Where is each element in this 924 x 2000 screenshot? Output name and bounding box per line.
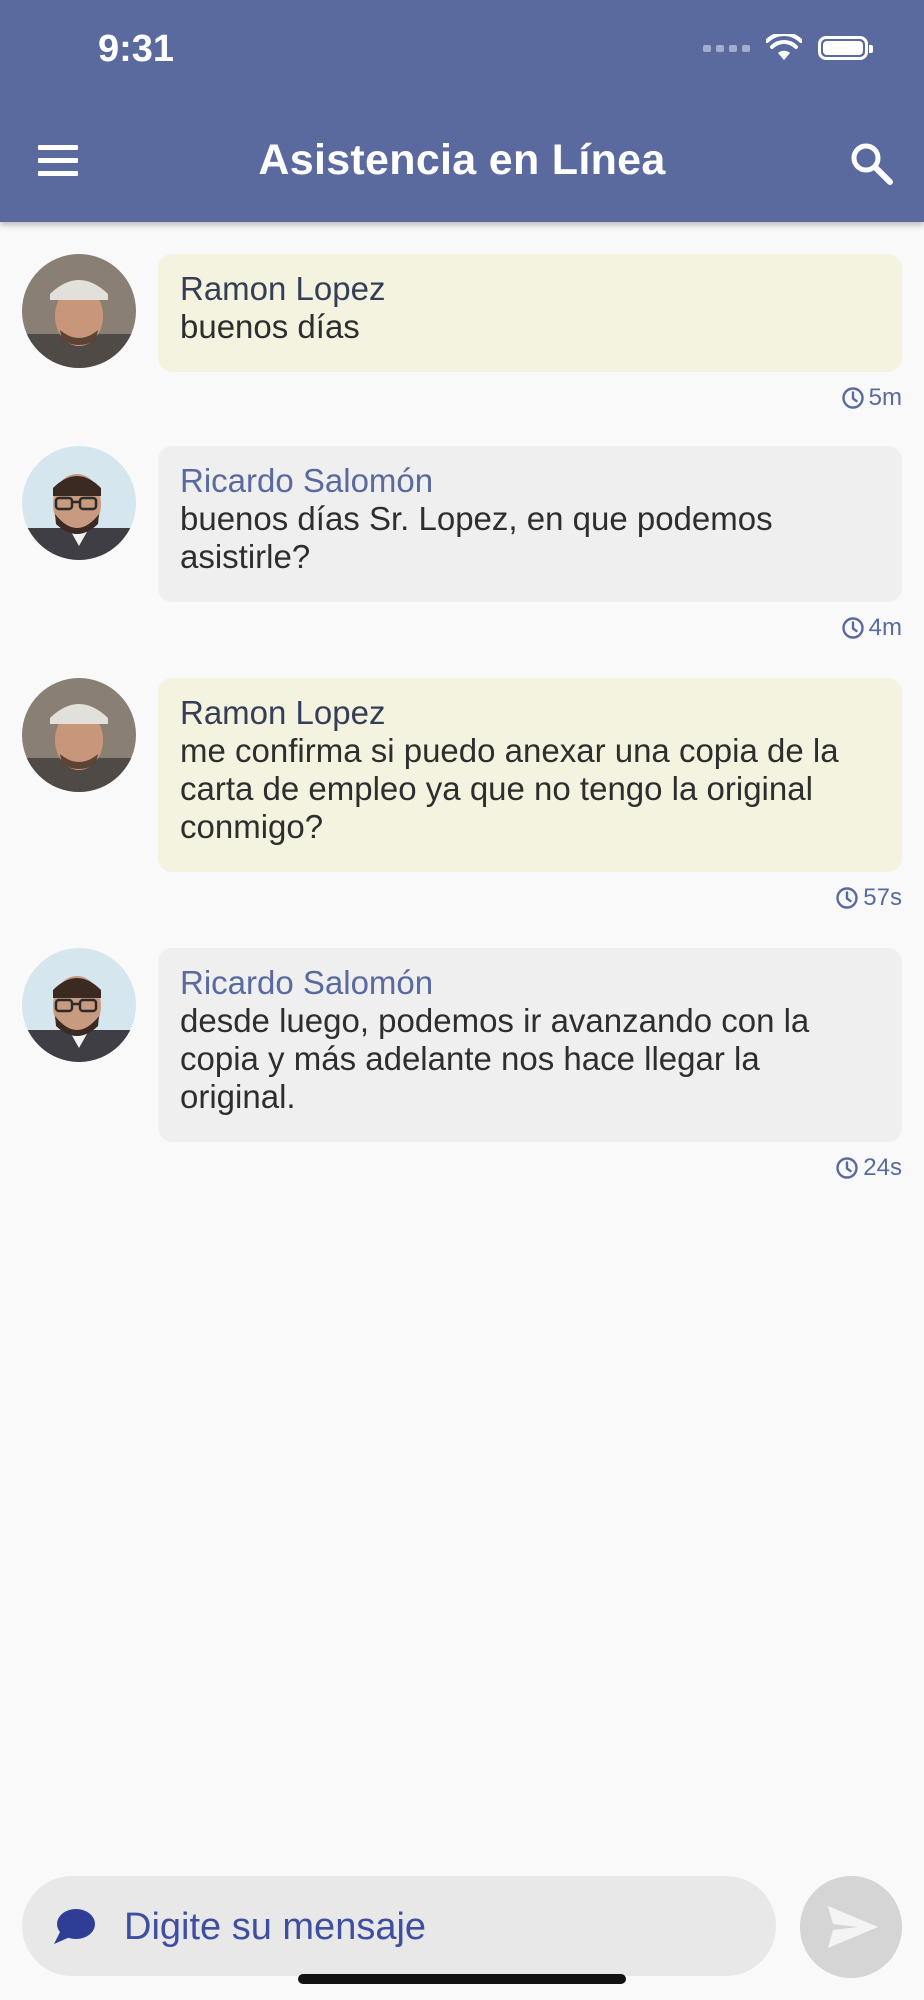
status-time: 9:31 [98,28,175,70]
message-bubble: Ramon Lopez me confirma si puedo anexar … [158,678,902,872]
app-bar: 9:31 Asistencia en Línea [0,0,924,222]
send-button[interactable] [800,1876,902,1978]
page-title: Asistencia en Línea [258,136,666,184]
status-icons [703,34,873,62]
home-indicator [298,1974,626,1984]
message-time: 5m [841,384,902,412]
clock-icon [841,387,864,409]
message-bubble: Ricardo Salomón desde luego, podemos ir … [158,948,902,1142]
message-input[interactable] [122,1896,746,1958]
clock-icon [841,617,864,639]
cellular-signal-icon [703,44,750,52]
message-time: 4m [841,614,902,642]
sender-name: Ramon Lopez [180,694,386,731]
battery-icon [818,36,873,60]
clock-icon [836,887,858,909]
sender-name: Ricardo Salomón [180,964,434,1001]
clock-icon [836,1157,858,1179]
message-composer [22,1876,776,1976]
search-icon[interactable] [848,140,894,186]
message-text: buenos días [180,308,360,345]
time-label: 4m [868,614,902,641]
chat-bubble-icon [54,1909,95,1944]
sender-name: Ricardo Salomón [180,462,434,499]
avatar-ramon-lopez [22,254,136,368]
time-label: 5m [868,384,902,411]
message-bubble: Ricardo Salomón buenos días Sr. Lopez, e… [158,446,902,602]
time-label: 24s [863,1154,902,1181]
avatar-ricardo-salomon [22,446,136,560]
time-label: 57s [863,884,902,911]
message-time: 57s [835,884,902,912]
wifi-icon [766,34,802,60]
message-bubble: Ramon Lopez buenos días [158,254,902,372]
sender-name: Ramon Lopez [180,270,386,307]
message-text: desde luego, podemos ir avanzando con la… [180,1002,810,1115]
message-text: me confirma si puedo anexar una copia de… [180,732,839,845]
avatar-ramon-lopez [22,678,136,792]
message-time: 24s [835,1154,902,1182]
message-text: buenos días Sr. Lopez, en que podemos as… [180,500,773,575]
avatar-ricardo-salomon [22,948,136,1062]
